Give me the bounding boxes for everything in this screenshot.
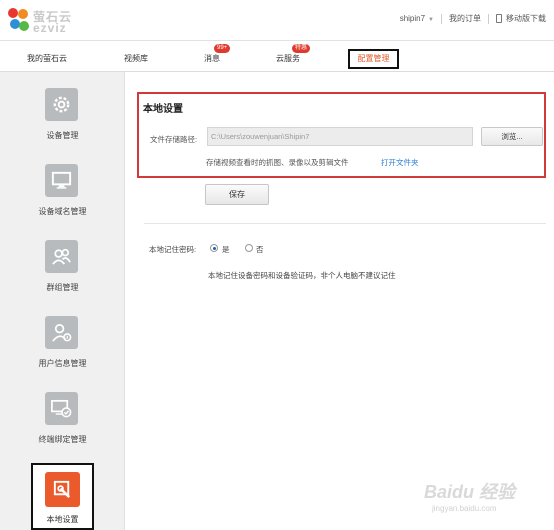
main-nav: 我的萤石云 视频库 消息 99+ 云服务 特惠 配置管理 xyxy=(0,40,554,72)
remember-password-hint: 本地记住设备密码和设备验证码，非个人电脑不建议记住 xyxy=(208,271,396,280)
sidebar-item-label: 设备管理 xyxy=(46,131,79,140)
sidebar-item-label: 设备域名管理 xyxy=(38,207,87,216)
my-orders-link[interactable]: 我的订单 xyxy=(449,13,481,24)
sidebar-item-label: 用户信息管理 xyxy=(38,359,87,368)
sidebar-item-group-management[interactable]: 群组管理 xyxy=(0,240,125,310)
sidebar-item-terminal-binding[interactable]: 终端绑定管理 xyxy=(0,392,125,462)
watermark-text: Baidu 经验 xyxy=(424,482,516,502)
radio-no-label: 否 xyxy=(256,245,264,254)
sidebar-item-device-domain[interactable]: 设备域名管理 xyxy=(0,164,125,234)
storage-path-input[interactable]: C:\Users\zouwenjuan\Shipin7 xyxy=(207,127,473,146)
monitor-icon xyxy=(45,164,78,197)
nav-messages[interactable]: 消息 xyxy=(204,53,220,64)
nav-config-management[interactable]: 配置管理 xyxy=(348,49,399,69)
radio-yes-label: 是 xyxy=(222,245,230,254)
main-content: 本地设置 文件存储路径: C:\Users\zouwenjuan\Shipin7… xyxy=(126,72,554,460)
cloud-service-badge: 特惠 xyxy=(292,44,311,53)
local-settings-icon xyxy=(45,472,80,507)
gear-icon xyxy=(45,88,78,121)
open-folder-link[interactable]: 打开文件夹 xyxy=(381,157,419,168)
storage-path-label: 文件存储路径: xyxy=(150,135,198,144)
chevron-down-icon: ▼ xyxy=(428,17,434,23)
top-header: 萤石云 ezviz shipin7 ▼ 我的订单 移动版下载 xyxy=(0,0,554,40)
remember-password-no-radio[interactable] xyxy=(245,244,253,252)
ezviz-logo-icon xyxy=(8,8,29,31)
remember-password-label: 本地记住密码: xyxy=(149,245,197,254)
logo-text-en: ezviz xyxy=(33,21,67,35)
messages-badge: 99+ xyxy=(214,44,231,53)
nav-video-library[interactable]: 视频库 xyxy=(124,53,148,64)
save-button[interactable]: 保存 xyxy=(205,184,269,205)
header-divider xyxy=(441,13,442,24)
section-title: 本地设置 xyxy=(143,104,183,115)
user-info-icon xyxy=(45,316,78,349)
browse-button[interactable]: 浏览... xyxy=(481,127,543,146)
sidebar-item-device-management[interactable]: 设备管理 xyxy=(0,88,125,158)
header-user-menu: shipin7 ▼ 我的订单 移动版下载 xyxy=(400,13,546,24)
sidebar-item-label: 本地设置 xyxy=(46,515,79,524)
group-icon xyxy=(45,240,78,273)
ezviz-logo[interactable]: 萤石云 ezviz xyxy=(6,6,78,36)
sidebar: 设备管理 设备域名管理 群组管理 用户信息管理 终端绑定管理 本地设置 xyxy=(0,72,125,530)
mobile-download-link[interactable]: 移动版下载 xyxy=(496,13,546,24)
sidebar-item-local-settings[interactable]: 本地设置 xyxy=(31,463,94,530)
baidu-watermark: Baidu 经验 jingyan.baidu.com xyxy=(420,478,550,528)
divider xyxy=(144,223,546,224)
sidebar-item-label: 终端绑定管理 xyxy=(38,435,87,444)
username-dropdown[interactable]: shipin7 ▼ xyxy=(400,14,434,23)
terminal-bind-icon xyxy=(45,392,78,425)
header-divider xyxy=(488,13,489,24)
sidebar-item-label: 群组管理 xyxy=(46,283,79,292)
nav-cloud-service[interactable]: 云服务 xyxy=(276,53,300,64)
mobile-download-label: 移动版下载 xyxy=(506,14,546,23)
phone-icon xyxy=(496,14,502,23)
username: shipin7 xyxy=(399,14,426,23)
local-settings-section: 本地设置 文件存储路径: C:\Users\zouwenjuan\Shipin7… xyxy=(137,92,546,178)
remember-password-yes-radio[interactable] xyxy=(210,244,218,252)
nav-my-ezviz[interactable]: 我的萤石云 xyxy=(27,53,67,64)
watermark-url: jingyan.baidu.com xyxy=(432,504,497,513)
sidebar-item-user-info[interactable]: 用户信息管理 xyxy=(0,316,125,386)
storage-path-hint: 存储视频查看时的抓图、录像以及剪辑文件 xyxy=(206,158,349,167)
